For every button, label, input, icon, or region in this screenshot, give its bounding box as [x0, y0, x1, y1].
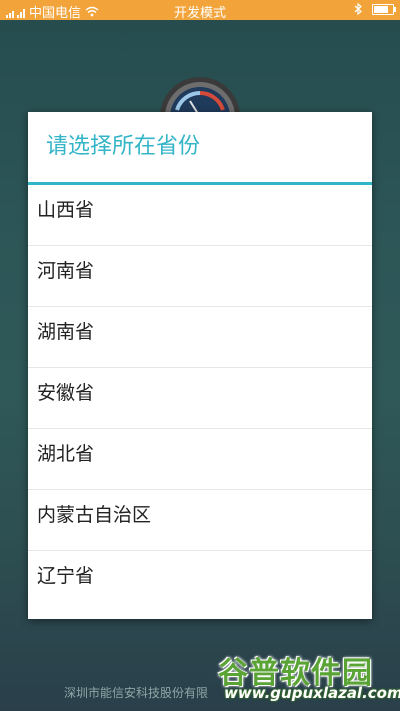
province-option[interactable]: 河南省: [28, 246, 372, 307]
province-option[interactable]: 辽宁省: [28, 551, 372, 612]
battery-icon: [372, 3, 396, 15]
status-mode: 开发模式: [173, 6, 226, 21]
watermark: 谷普软件园 www.gupuxlazal.com: [218, 648, 400, 706]
company-footer: 深圳市能信安科技股份有限: [64, 686, 209, 700]
province-option[interactable]: 湖北省: [28, 429, 372, 490]
province-dialog: 请选择所在省份 山西省 河南省 湖南省 安徽省 湖北省 内蒙古自治区 辽宁省: [28, 112, 372, 619]
status-right: [354, 3, 396, 15]
province-option[interactable]: 山西省: [28, 185, 372, 246]
province-option[interactable]: 安徽省: [28, 368, 372, 429]
province-list: 山西省 河南省 湖南省 安徽省 湖北省 内蒙古自治区 辽宁省: [28, 185, 372, 612]
status-bar: 中国电信 开发模式: [0, 0, 400, 21]
dialog-title: 请选择所在省份: [28, 112, 372, 185]
province-option[interactable]: 湖南省: [28, 307, 372, 368]
bluetooth-icon: [354, 3, 362, 15]
province-option[interactable]: 内蒙古自治区: [28, 490, 372, 551]
screen: 中国电信 开发模式 请选择所在省份 山西省 河南省 湖南省 安徽省 湖北省 内蒙…: [0, 0, 400, 711]
watermark-url: www.gupuxlazal.com: [224, 684, 400, 702]
